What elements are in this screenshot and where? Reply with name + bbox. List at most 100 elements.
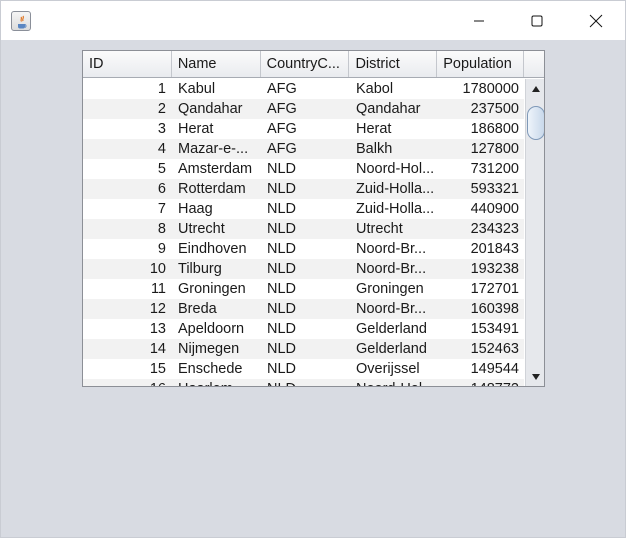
cell-countrycode[interactable]: NLD (261, 299, 350, 319)
cell-district[interactable]: Gelderland (350, 319, 438, 339)
cell-countrycode[interactable]: NLD (261, 339, 350, 359)
cell-id[interactable]: 13 (83, 319, 172, 339)
table-row[interactable]: 6 Rotterdam NLD Zuid-Holla... 593321 (83, 179, 524, 199)
table-row[interactable]: 15 Enschede NLD Overijssel 149544 (83, 359, 524, 379)
table-row[interactable]: 14 Nijmegen NLD Gelderland 152463 (83, 339, 524, 359)
java-icon[interactable] (11, 11, 31, 31)
cell-name[interactable]: Qandahar (172, 99, 261, 119)
vertical-scrollbar[interactable] (525, 79, 544, 386)
cell-district[interactable]: Herat (350, 119, 438, 139)
cell-district[interactable]: Noord-Br... (350, 239, 438, 259)
cell-name[interactable]: Eindhoven (172, 239, 261, 259)
cell-district[interactable]: Noord-Br... (350, 299, 438, 319)
cell-id[interactable]: 1 (83, 79, 172, 99)
table-row[interactable]: 16HaarlemNLDNoord-Hol...148772 (83, 379, 524, 386)
table-row[interactable]: 12 Breda NLD Noord-Br... 160398 (83, 299, 524, 319)
cell-countrycode[interactable]: NLD (261, 179, 350, 199)
cell-population[interactable]: 148772 (438, 379, 524, 386)
cell-population[interactable]: 127800 (438, 139, 524, 159)
table-row[interactable]: 9 Eindhoven NLD Noord-Br... 201843 (83, 239, 524, 259)
cell-district[interactable]: Kabol (350, 79, 438, 99)
cell-countrycode[interactable]: NLD (261, 319, 350, 339)
table-row[interactable]: 3 Herat AFG Herat 186800 (83, 119, 524, 139)
scroll-down-button[interactable] (526, 368, 544, 386)
cell-district[interactable]: Zuid-Holla... (350, 179, 438, 199)
cell-name[interactable]: Utrecht (172, 219, 261, 239)
cell-id[interactable]: 10 (83, 259, 172, 279)
table-row[interactable]: 5 Amsterdam NLD Noord-Hol... 731200 (83, 159, 524, 179)
cell-countrycode[interactable]: AFG (261, 79, 350, 99)
cell-district[interactable]: Groningen (350, 279, 438, 299)
cell-id[interactable]: 14 (83, 339, 172, 359)
cell-countrycode[interactable]: NLD (261, 239, 350, 259)
cell-population[interactable]: 153491 (438, 319, 524, 339)
cell-population[interactable]: 237500 (438, 99, 524, 119)
column-header-countrycode[interactable]: CountryC... (261, 51, 350, 77)
cell-countrycode[interactable]: NLD (261, 199, 350, 219)
table-row[interactable]: 11 Groningen NLD Groningen 172701 (83, 279, 524, 299)
table-row[interactable]: 13 Apeldoorn NLD Gelderland 153491 (83, 319, 524, 339)
cell-population[interactable]: 234323 (438, 219, 524, 239)
scroll-up-button[interactable] (526, 80, 544, 98)
table-row[interactable]: 7 Haag NLD Zuid-Holla... 440900 (83, 199, 524, 219)
cell-district[interactable]: Noord-Hol... (350, 159, 438, 179)
table-row[interactable]: 2 Qandahar AFG Qandahar 237500 (83, 99, 524, 119)
cell-population[interactable]: 160398 (438, 299, 524, 319)
table-row[interactable]: 4 Mazar-e-... AFG Balkh 127800 (83, 139, 524, 159)
cell-countrycode[interactable]: NLD (261, 259, 350, 279)
cell-id[interactable]: 3 (83, 119, 172, 139)
cell-id[interactable]: 8 (83, 219, 172, 239)
cell-district[interactable]: Balkh (350, 139, 438, 159)
cell-name[interactable]: Herat (172, 119, 261, 139)
cell-name[interactable]: Groningen (172, 279, 261, 299)
column-header-population[interactable]: Population (437, 51, 525, 77)
cell-district[interactable]: Gelderland (350, 339, 438, 359)
cell-name[interactable]: Breda (172, 299, 261, 319)
cell-district[interactable]: Overijssel (350, 359, 438, 379)
cell-id[interactable]: 4 (83, 139, 172, 159)
cell-population[interactable]: 186800 (438, 119, 524, 139)
cell-countrycode[interactable]: NLD (261, 379, 350, 386)
cell-population[interactable]: 172701 (438, 279, 524, 299)
cell-district[interactable]: Noord-Hol... (350, 379, 438, 386)
cell-name[interactable]: Haarlem (172, 379, 261, 386)
cell-countrycode[interactable]: AFG (261, 119, 350, 139)
cell-id[interactable]: 7 (83, 199, 172, 219)
cell-population[interactable]: 731200 (438, 159, 524, 179)
cell-name[interactable]: Tilburg (172, 259, 261, 279)
table-row[interactable]: 1 Kabul AFG Kabol 1780000 (83, 79, 524, 99)
cell-name[interactable]: Amsterdam (172, 159, 261, 179)
cell-name[interactable]: Rotterdam (172, 179, 261, 199)
cell-population[interactable]: 152463 (438, 339, 524, 359)
cell-id[interactable]: 2 (83, 99, 172, 119)
column-header-id[interactable]: ID (83, 51, 172, 77)
cell-name[interactable]: Mazar-e-... (172, 139, 261, 159)
cell-district[interactable]: Zuid-Holla... (350, 199, 438, 219)
cell-id[interactable]: 15 (83, 359, 172, 379)
minimize-button[interactable] (450, 1, 508, 40)
cell-id[interactable]: 5 (83, 159, 172, 179)
cell-id[interactable]: 16 (83, 379, 172, 386)
table-row[interactable]: 10 Tilburg NLD Noord-Br... 193238 (83, 259, 524, 279)
cell-population[interactable]: 149544 (438, 359, 524, 379)
cell-population[interactable]: 201843 (438, 239, 524, 259)
cell-district[interactable]: Utrecht (350, 219, 438, 239)
cell-countrycode[interactable]: NLD (261, 159, 350, 179)
cell-population[interactable]: 593321 (438, 179, 524, 199)
cell-id[interactable]: 11 (83, 279, 172, 299)
cell-countrycode[interactable]: NLD (261, 279, 350, 299)
cell-id[interactable]: 6 (83, 179, 172, 199)
cell-countrycode[interactable]: NLD (261, 219, 350, 239)
table-row[interactable]: 8 Utrecht NLD Utrecht 234323 (83, 219, 524, 239)
city-table[interactable]: ID Name CountryC... District Population … (82, 50, 545, 387)
cell-name[interactable]: Enschede (172, 359, 261, 379)
cell-name[interactable]: Apeldoorn (172, 319, 261, 339)
cell-population[interactable]: 193238 (438, 259, 524, 279)
cell-countrycode[interactable]: NLD (261, 359, 350, 379)
scroll-thumb[interactable] (527, 106, 544, 140)
cell-id[interactable]: 12 (83, 299, 172, 319)
cell-id[interactable]: 9 (83, 239, 172, 259)
cell-population[interactable]: 440900 (438, 199, 524, 219)
cell-countrycode[interactable]: AFG (261, 99, 350, 119)
cell-district[interactable]: Noord-Br... (350, 259, 438, 279)
